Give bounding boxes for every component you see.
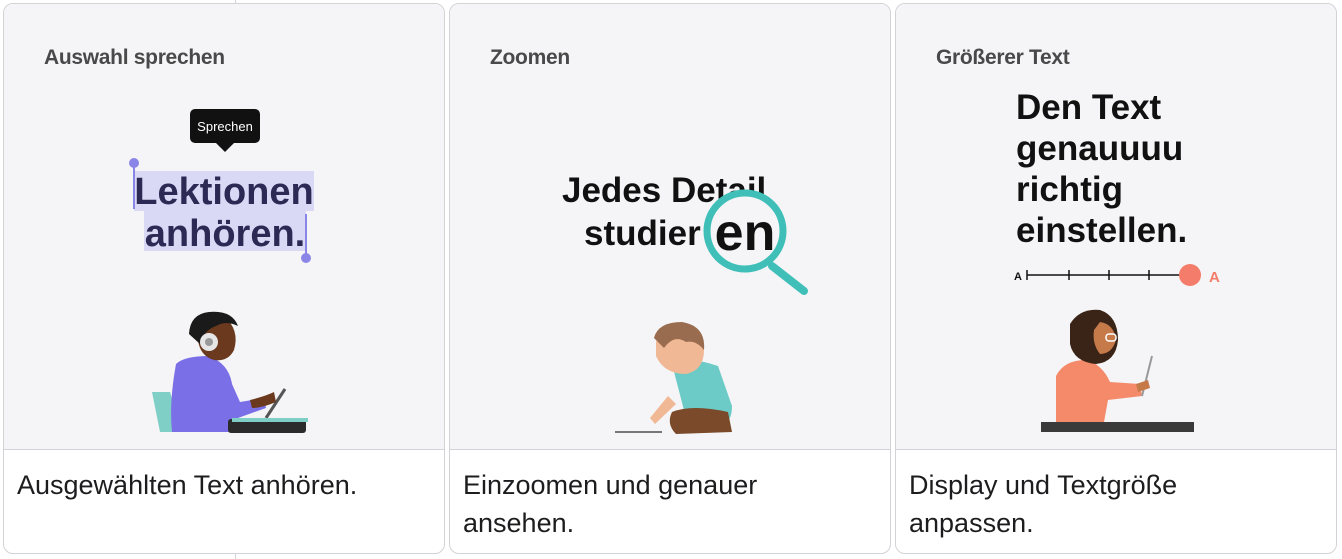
caption-line1: Einzoomen und genauer [463, 470, 758, 500]
child-illustration [615, 322, 732, 434]
magnifier-icon: en [703, 189, 808, 295]
feature-card-zoom[interactable]: Zoomen Jedes Detail studier en Einzoomen… [449, 3, 891, 554]
caption-line1: Display und Textgröße [909, 470, 1178, 500]
larger-text-illustration: Den Text genauuuu richtig einstellen. A … [1014, 88, 1220, 432]
headline-line2: genauuuu [1016, 129, 1183, 168]
slider-min-label: A [1014, 271, 1022, 283]
caption-line2: ansehen. [463, 508, 575, 538]
tooltip-label: Sprechen [197, 119, 253, 134]
person-headphones-illustration [152, 311, 308, 433]
card-visual: Zoomen Jedes Detail studier en [450, 4, 890, 450]
card-caption: Einzoomen und genauer ansehen. [463, 466, 870, 542]
woman-reading-illustration [1041, 309, 1194, 432]
caption-line2: anpassen. [909, 508, 1034, 538]
headline-line2: anhören. [145, 213, 305, 255]
headline-line1: Lektionen [134, 171, 313, 213]
headline-line1: Den Text [1016, 88, 1162, 127]
card-caption: Display und Textgröße anpassen. [909, 466, 1316, 542]
speak-tooltip: Sprechen [190, 109, 260, 152]
slider-thumb[interactable] [1179, 264, 1201, 286]
text-size-slider[interactable]: A A [1014, 264, 1220, 286]
card-caption: Ausgewählten Text anhören. [17, 470, 358, 500]
headline-line3: richtig [1016, 170, 1123, 209]
speak-illustration: Sprechen Lektionen anhören. [129, 109, 314, 433]
slider-max-label: A [1209, 269, 1220, 286]
card-visual: Größerer Text Den Text genauuuu richtig … [896, 4, 1336, 450]
selection-handle-start[interactable] [129, 158, 139, 168]
headline-line2: studier [584, 214, 701, 253]
feature-card-speak-selection[interactable]: Auswahl sprechen Sprechen Lektionen anhö… [3, 3, 445, 554]
headline-line4: einstellen. [1016, 211, 1187, 250]
magnified-text: en [715, 204, 776, 262]
zoom-illustration: Jedes Detail studier en [562, 171, 808, 434]
card-visual: Auswahl sprechen Sprechen Lektionen anhö… [4, 4, 444, 450]
feature-card-larger-text[interactable]: Größerer Text Den Text genauuuu richtig … [895, 3, 1337, 554]
